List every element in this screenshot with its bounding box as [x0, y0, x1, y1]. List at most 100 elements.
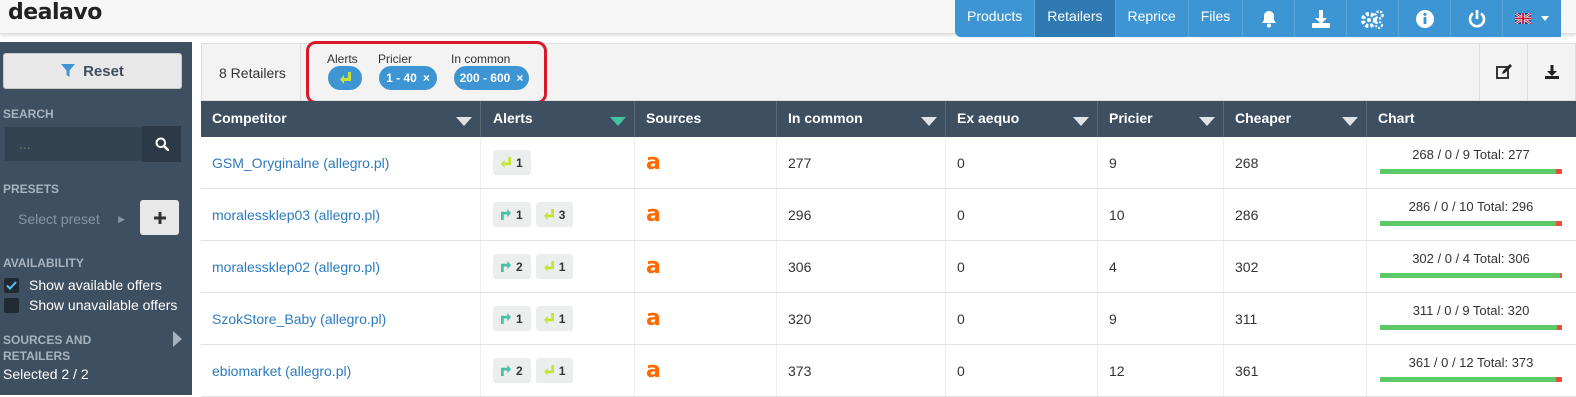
in-common-filter-pill[interactable]: 200 - 600 ×	[454, 66, 529, 90]
alert-badge[interactable]: 1	[493, 150, 531, 175]
pricier-filter-pill[interactable]: 1 - 40 ×	[379, 66, 437, 90]
col-sources-label: Sources	[646, 110, 702, 126]
download-icon[interactable]	[1295, 0, 1348, 37]
sources-cell: a	[635, 293, 777, 344]
alert-badge[interactable]: 1	[535, 306, 574, 331]
ex-aequo-cell: 0	[946, 345, 1098, 396]
sources-label: SOURCES AND RETAILERS	[3, 333, 92, 363]
alert-badge[interactable]: 1	[493, 306, 531, 331]
arrow-up-icon	[501, 313, 511, 324]
alert-badge[interactable]: 2	[493, 358, 531, 383]
chart-bar-cheaper	[1380, 273, 1560, 278]
chart-bar	[1380, 377, 1562, 382]
alert-badge[interactable]: 1	[535, 254, 574, 279]
col-in-common[interactable]: In common	[777, 101, 946, 137]
chart-bar-cheaper	[1380, 221, 1556, 226]
alert-badge[interactable]: 2	[493, 254, 531, 279]
sort-icon[interactable]	[1199, 117, 1215, 126]
alert-count: 2	[516, 363, 523, 378]
table-row: moralessklep03 (allegro.pl) 1 3 a 296 0 …	[201, 189, 1576, 241]
nav-reprice[interactable]: Reprice	[1116, 0, 1189, 37]
edit-button[interactable]	[1479, 44, 1527, 100]
nav-products[interactable]: Products	[955, 0, 1036, 37]
gears-icon[interactable]	[1347, 0, 1400, 37]
pricier-cell: 4	[1098, 241, 1224, 292]
presets-label: PRESETS	[3, 182, 60, 196]
alerts-filter-pill[interactable]	[328, 66, 362, 90]
sort-icon[interactable]	[1342, 117, 1358, 126]
sidebar: Reset SEARCH PRESETS Select preset ▶ AVA…	[0, 42, 192, 395]
sort-icon[interactable]	[1073, 117, 1089, 126]
in-common-cell: 306	[777, 241, 946, 292]
add-preset-button[interactable]	[140, 200, 179, 235]
sort-icon[interactable]	[610, 117, 626, 126]
in-common-filter-label: In common	[451, 52, 511, 66]
cheaper-cell: 286	[1224, 189, 1367, 240]
col-cheaper[interactable]: Cheaper	[1224, 101, 1367, 137]
alert-count: 1	[558, 259, 566, 274]
competitor-link[interactable]: moralessklep03 (allegro.pl)	[212, 207, 380, 223]
chart-cell: 361 / 0 / 12 Total: 373	[1367, 345, 1576, 396]
alert-badge[interactable]: 3	[535, 202, 574, 227]
reset-label: Reset	[83, 62, 124, 80]
competitor-cell: GSM_Oryginalne (allegro.pl)	[201, 137, 481, 188]
allegro-icon: a	[646, 305, 661, 331]
expand-arrow-icon[interactable]	[173, 331, 182, 347]
arrow-down-icon	[543, 365, 554, 376]
preset-placeholder: Select preset	[18, 211, 100, 227]
sources-cell: a	[635, 189, 777, 240]
sort-icon[interactable]	[921, 117, 937, 126]
chart-label: 302 / 0 / 4 Total: 306	[1412, 251, 1530, 266]
nav-retailers[interactable]: Retailers	[1035, 0, 1116, 37]
bell-icon[interactable]	[1243, 0, 1296, 37]
search-button[interactable]	[142, 126, 181, 162]
chart-label: 311 / 0 / 9 Total: 320	[1412, 303, 1530, 318]
divider	[300, 44, 301, 100]
show-available-option[interactable]: Show available offers	[4, 277, 162, 293]
col-alerts[interactable]: Alerts	[482, 101, 635, 137]
alerts-cell: 2 1	[482, 345, 635, 396]
alert-count: 2	[516, 259, 523, 274]
competitor-link[interactable]: GSM_Oryginalne (allegro.pl)	[212, 155, 389, 171]
col-chart: Chart	[1367, 101, 1576, 137]
cheaper-cell: 268	[1224, 137, 1367, 188]
arrow-up-icon	[501, 261, 511, 272]
search-input[interactable]	[5, 127, 142, 161]
chart-bar-cheaper	[1380, 169, 1556, 174]
show-unavailable-option[interactable]: Show unavailable offers	[4, 297, 177, 313]
export-button[interactable]	[1527, 44, 1575, 100]
checkmark-icon	[6, 280, 17, 290]
arrow-down-icon	[543, 209, 554, 220]
alert-badge[interactable]: 1	[535, 358, 574, 383]
arrow-down-icon	[339, 72, 351, 84]
logo[interactable]: dealavo	[8, 0, 102, 25]
chart-bar	[1380, 325, 1562, 330]
info-icon[interactable]	[1399, 0, 1452, 37]
col-competitor[interactable]: Competitor	[201, 101, 481, 137]
reset-button[interactable]: Reset	[3, 53, 182, 89]
available-checkbox[interactable]	[4, 277, 19, 293]
competitor-cell: ebiomarket (allegro.pl)	[201, 345, 481, 396]
power-icon[interactable]	[1451, 0, 1504, 37]
remove-filter-icon[interactable]: ×	[423, 71, 430, 85]
alert-badge[interactable]: 1	[493, 202, 531, 227]
sort-icon[interactable]	[456, 117, 472, 126]
table-row: ebiomarket (allegro.pl) 2 1 a 373 0 12 3…	[201, 345, 1576, 397]
language-selector[interactable]	[1503, 0, 1561, 37]
nav-files[interactable]: Files	[1189, 0, 1244, 37]
sources-cell: a	[635, 241, 777, 292]
col-ex-aequo[interactable]: Ex aequo	[946, 101, 1098, 137]
chart-cell: 302 / 0 / 4 Total: 306	[1367, 241, 1576, 292]
alerts-cell: 1 3	[482, 189, 635, 240]
active-filters-highlight: Alerts Pricier 1 - 40 × In common 200 - …	[306, 41, 547, 104]
competitor-link[interactable]: moralessklep02 (allegro.pl)	[212, 259, 380, 275]
competitor-link[interactable]: ebiomarket (allegro.pl)	[212, 363, 351, 379]
unavailable-checkbox[interactable]	[4, 297, 19, 313]
preset-select[interactable]: Select preset ▶	[5, 202, 135, 236]
selected-count: Selected 2 / 2	[3, 366, 89, 382]
col-pricier[interactable]: Pricier	[1098, 101, 1224, 137]
alert-count: 1	[558, 311, 566, 326]
table-row: moralessklep02 (allegro.pl) 2 1 a 306 0 …	[201, 241, 1576, 293]
remove-filter-icon[interactable]: ×	[516, 71, 523, 85]
competitor-link[interactable]: SzokStore_Baby (allegro.pl)	[212, 311, 386, 327]
